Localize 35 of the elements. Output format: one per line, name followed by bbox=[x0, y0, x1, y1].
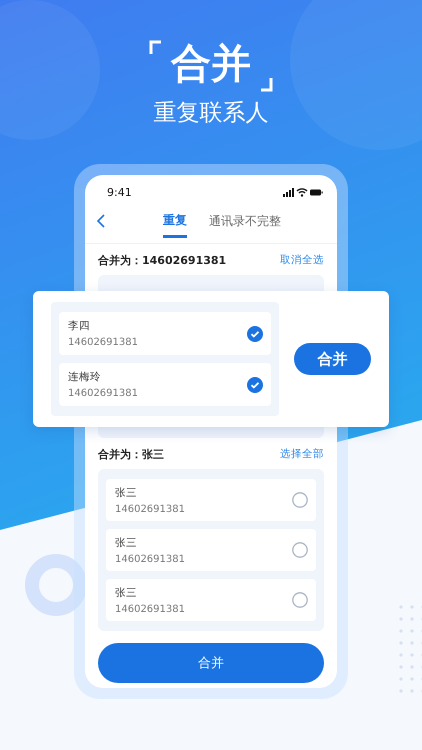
tab[interactable]: 通讯录不完整 bbox=[209, 204, 281, 238]
headline-subtitle: 重复联系人 bbox=[154, 99, 268, 128]
checked-icon[interactable] bbox=[247, 326, 263, 342]
contact-name: 张三 bbox=[115, 486, 138, 500]
contact-name: 张三 bbox=[115, 586, 138, 600]
contact-phone: 14602691381 bbox=[115, 554, 185, 564]
contact-name: 连梅玲 bbox=[68, 370, 102, 384]
status-icons bbox=[283, 188, 323, 196]
status-time: 9:41 bbox=[107, 186, 132, 198]
corner-bracket-icon bbox=[261, 78, 273, 92]
select-link[interactable]: 选择全部 bbox=[280, 447, 324, 461]
radio-icon[interactable] bbox=[292, 492, 308, 508]
group-heading: 合并为：张三 bbox=[98, 446, 164, 462]
contact-item[interactable]: 连梅玲 14602691381 bbox=[59, 363, 271, 406]
contact-phone: 14602691381 bbox=[68, 337, 138, 348]
headline-title: 合并 bbox=[171, 40, 251, 89]
contact-phone: 14602691381 bbox=[68, 388, 138, 399]
radio-icon[interactable] bbox=[292, 542, 308, 558]
radio-icon[interactable] bbox=[292, 592, 308, 608]
contact-item[interactable]: 张三 14602691381 bbox=[106, 579, 316, 621]
select-link[interactable]: 取消全选 bbox=[280, 253, 324, 267]
contact-phone: 14602691381 bbox=[115, 604, 185, 614]
back-icon[interactable] bbox=[97, 214, 105, 228]
contact-name: 张三 bbox=[115, 536, 138, 550]
group-heading: 合并为：14602691381 bbox=[98, 252, 226, 268]
tab[interactable]: 重复 bbox=[163, 204, 187, 238]
corner-bracket-icon bbox=[149, 40, 161, 54]
contact-item[interactable]: 张三 14602691381 bbox=[106, 529, 316, 571]
contact-phone: 14602691381 bbox=[115, 504, 185, 514]
contact-name: 李四 bbox=[68, 319, 91, 333]
merge-button[interactable]: 合并 bbox=[98, 643, 324, 683]
merge-button[interactable]: 合并 bbox=[294, 343, 371, 375]
contact-item[interactable]: 张三 14602691381 bbox=[106, 479, 316, 521]
checked-icon[interactable] bbox=[247, 376, 263, 392]
contact-item[interactable]: 李四 14602691381 bbox=[59, 312, 271, 355]
